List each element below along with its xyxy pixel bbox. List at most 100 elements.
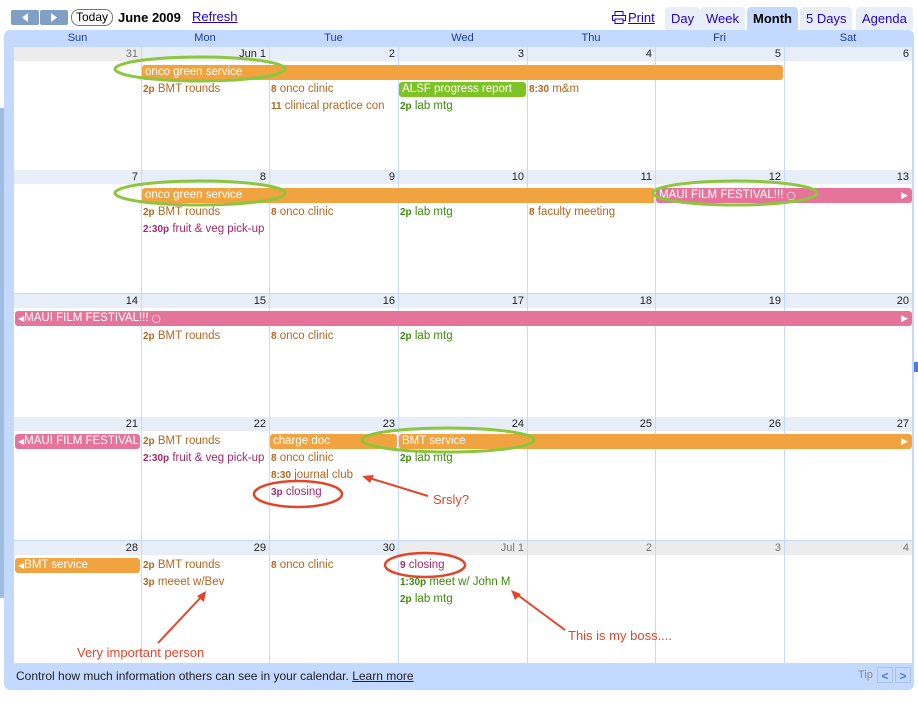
tab-week[interactable]: Week — [700, 7, 745, 30]
continues-right-icon: ▶ — [901, 190, 908, 200]
event-item[interactable]: 2:30p fruit & veg pick-up — [143, 221, 268, 237]
date-number[interactable]: 21 — [14, 417, 141, 431]
event-bar-maui-film-festival[interactable]: MAUI FILM FESTIVAL!!! ◯ ▶ — [656, 188, 912, 203]
event-item[interactable]: 2p BMT rounds — [143, 204, 267, 220]
learn-more-link[interactable]: Learn more — [352, 669, 413, 683]
date-number[interactable]: 27 — [784, 417, 912, 431]
refresh-link[interactable]: Refresh — [192, 9, 238, 24]
date-number[interactable]: 14 — [14, 294, 141, 308]
continues-right-icon: ▶ — [901, 313, 908, 323]
annotation-boss: This is my boss.... — [568, 628, 673, 643]
event-item[interactable]: 11 clinical practice con — [271, 98, 397, 114]
event-item[interactable]: 3p meeet w/Bev — [143, 574, 267, 590]
month-title: June 2009 — [118, 10, 181, 25]
event-item[interactable]: 1:30p meet w/ John M — [400, 574, 526, 590]
date-number[interactable]: 2 — [527, 541, 655, 555]
event-item[interactable]: 2p BMT rounds — [143, 433, 267, 449]
today-button[interactable]: Today — [71, 9, 114, 26]
event-item[interactable]: 8 onco clinic — [271, 204, 397, 220]
event-item[interactable]: 8:30 m&m — [529, 81, 653, 97]
event-bar-onco-green-service[interactable]: onco green service — [142, 65, 783, 80]
annotation-vip: Very important person — [77, 645, 205, 660]
event-item[interactable]: 8 onco clinic — [271, 557, 397, 573]
event-item[interactable]: 2p lab mtg — [400, 591, 526, 607]
date-number[interactable]: 2 — [269, 47, 398, 61]
event-item[interactable]: 2p BMT rounds — [143, 81, 267, 97]
event-item[interactable]: 2:30p fruit & veg pick-up — [143, 450, 268, 466]
date-number[interactable]: 16 — [269, 294, 398, 308]
scroll-marker — [914, 362, 918, 372]
date-number[interactable]: 10 — [398, 170, 527, 184]
date-number[interactable]: 25 — [527, 417, 655, 431]
date-number[interactable]: 4 — [784, 541, 912, 555]
date-number[interactable]: 29 — [141, 541, 269, 555]
event-item[interactable]: 2p BMT rounds — [143, 328, 267, 344]
event-bar-bmt-service[interactable]: ◀BMT service — [15, 558, 140, 573]
event-item[interactable]: 8 onco clinic — [271, 81, 397, 97]
event-item[interactable]: 2p BMT rounds — [143, 557, 267, 573]
dow-sun: Sun — [67, 32, 88, 44]
date-number[interactable]: 28 — [14, 541, 141, 555]
date-number[interactable]: 9 — [269, 170, 398, 184]
date-number[interactable]: 8 — [141, 170, 269, 184]
event-bar-maui-film-festival[interactable]: ◀MAUI FILM FESTIVAL!!! ◯ ▶ — [15, 311, 912, 326]
event-item[interactable]: 8 faculty meeting — [529, 204, 653, 220]
date-number[interactable]: 13 — [784, 170, 912, 184]
dow-tue: Tue — [324, 32, 343, 44]
event-bar-charge-doc[interactable]: charge doc — [270, 434, 397, 449]
tip-next-button[interactable]: > — [895, 667, 911, 683]
date-number[interactable]: Jul 1 — [398, 541, 527, 555]
event-bar-bmt-service[interactable]: BMT service ▶ — [399, 434, 912, 449]
date-number[interactable]: 6 — [784, 47, 912, 61]
date-number[interactable]: 5 — [655, 47, 784, 61]
date-number[interactable]: 4 — [527, 47, 655, 61]
dow-wed: Wed — [451, 32, 474, 44]
date-number[interactable]: 7 — [14, 170, 141, 184]
event-item[interactable]: 2p lab mtg — [400, 204, 526, 220]
date-number[interactable]: 24 — [398, 417, 527, 431]
event-item[interactable]: 8 onco clinic — [271, 328, 397, 344]
week-row: 21 22 23 24 25 26 27 ◀MAUI FILM FESTIVAL… — [14, 417, 912, 541]
date-number[interactable]: 3 — [655, 541, 784, 555]
continues-right-icon: ▶ — [901, 436, 908, 446]
tab-day[interactable]: Day — [665, 7, 701, 30]
alarm-icon: ◯ — [786, 191, 796, 200]
printer-icon — [612, 11, 626, 24]
event-item[interactable]: 3p closing — [271, 484, 397, 500]
tab-month[interactable]: Month — [747, 7, 798, 30]
date-number[interactable]: 20 — [784, 294, 912, 308]
print-link[interactable]: Print — [612, 10, 655, 25]
event-item[interactable]: 8 onco clinic — [271, 450, 397, 466]
date-number[interactable]: 23 — [269, 417, 398, 431]
event-bar-alsf-progress-report[interactable]: ALSF progress report — [399, 82, 526, 97]
previous-month-button[interactable] — [11, 10, 39, 25]
dow-sat: Sat — [839, 32, 857, 44]
event-item[interactable]: 2p lab mtg — [400, 98, 526, 114]
event-item[interactable]: 2p lab mtg — [400, 450, 526, 466]
next-month-button[interactable] — [40, 10, 68, 25]
date-number[interactable]: 17 — [398, 294, 527, 308]
date-number[interactable]: 12 — [655, 170, 784, 184]
event-bar-onco-green-service[interactable]: onco green service — [142, 188, 654, 203]
dow-fri: Fri — [713, 32, 726, 44]
tab-agenda[interactable]: Agenda — [856, 7, 913, 30]
date-number[interactable]: 30 — [269, 541, 398, 555]
date-number[interactable]: 26 — [655, 417, 784, 431]
date-number[interactable]: 11 — [527, 170, 655, 184]
alarm-icon: ◯ — [151, 314, 161, 323]
event-item[interactable]: 2p lab mtg — [400, 328, 526, 344]
tip-label: Tip — [858, 669, 873, 681]
tab-5-days[interactable]: 5 Days — [800, 7, 853, 30]
chevron-left-icon — [22, 13, 28, 22]
date-number[interactable]: Jun 1 — [141, 47, 269, 61]
event-bar-maui-film-festival[interactable]: ◀MAUI FILM FESTIVAL!!! — [15, 434, 140, 449]
event-item[interactable]: 8:30 journal club — [271, 467, 397, 483]
date-number[interactable]: 3 — [398, 47, 527, 61]
date-number[interactable]: 18 — [527, 294, 655, 308]
date-number[interactable]: 19 — [655, 294, 784, 308]
date-number[interactable]: 15 — [141, 294, 269, 308]
event-item[interactable]: 9 closing — [400, 557, 526, 573]
tip-previous-button[interactable]: < — [877, 667, 893, 683]
date-number[interactable]: 31 — [14, 47, 141, 61]
date-number[interactable]: 22 — [141, 417, 269, 431]
